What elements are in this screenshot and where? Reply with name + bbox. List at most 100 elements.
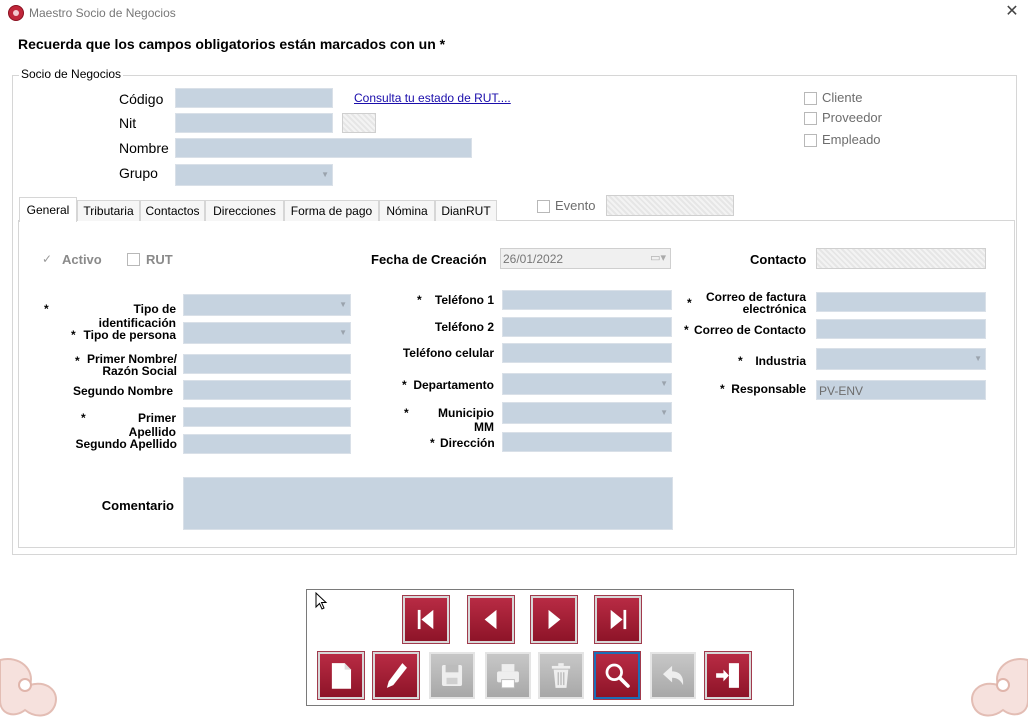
comentario-textarea[interactable] [183, 477, 673, 530]
undo-arrow-icon [662, 665, 684, 686]
chevron-down-icon: ▼ [660, 408, 668, 417]
required-mark: * [404, 406, 409, 420]
print-button[interactable] [485, 652, 531, 699]
codigo-label: Código [119, 91, 164, 107]
edit-button[interactable] [372, 651, 420, 700]
correo-contacto-input[interactable] [816, 319, 986, 339]
mouse-cursor-icon [315, 592, 328, 610]
required-mark: * [71, 328, 76, 342]
primer-apellido-input[interactable] [183, 407, 351, 427]
previous-record-button[interactable] [467, 595, 515, 644]
responsable-value: PV-ENV [819, 384, 864, 398]
segundo-apellido-label: Segundo Apellido [75, 437, 177, 451]
evento-field [606, 195, 734, 216]
tab-nomina[interactable]: Nómina [379, 200, 435, 221]
tipo-persona-select[interactable]: ▼ [183, 322, 351, 344]
direccion-input[interactable] [502, 432, 672, 452]
primer-nombre-label-line2: Razón Social [102, 364, 177, 378]
window-title: Maestro Socio de Negocios [29, 6, 176, 20]
chevron-down-icon: ▼ [321, 170, 329, 179]
tipo-identificacion-select[interactable]: ▼ [183, 294, 351, 316]
grupo-select[interactable]: ▼ [175, 164, 333, 186]
new-button[interactable] [317, 651, 365, 700]
primer-nombre-input[interactable] [183, 354, 351, 374]
socio-group-title: Socio de Negocios [19, 67, 124, 81]
search-magnifier-icon [605, 663, 630, 688]
departamento-label: Departamento [413, 378, 494, 392]
nombre-label: Nombre [119, 140, 169, 156]
tab-dianrut[interactable]: DianRUT [435, 200, 497, 221]
direccion-label: Dirección [440, 436, 495, 450]
tab-general[interactable]: General [19, 197, 77, 222]
close-icon[interactable]: ✕ [1002, 2, 1022, 22]
cliente-checkbox[interactable] [804, 92, 817, 105]
undo-button[interactable] [650, 652, 696, 699]
next-record-button[interactable] [530, 595, 578, 644]
rut-checkbox[interactable] [127, 253, 140, 266]
nombre-input[interactable] [175, 138, 472, 158]
departamento-select[interactable]: ▼ [502, 373, 672, 395]
correo-factura-input[interactable] [816, 292, 986, 312]
telefono-celular-label: Teléfono celular [402, 346, 494, 360]
municipio-select[interactable]: ▼ [502, 402, 672, 424]
tab-direcciones[interactable]: Direcciones [205, 200, 284, 221]
contacto-label: Contacto [750, 252, 807, 267]
decorative-flower-right-icon [971, 658, 1028, 717]
tab-tributaria[interactable]: Tributaria [77, 200, 140, 221]
evento-label: Evento [555, 198, 596, 213]
edit-pencil-icon [386, 663, 407, 688]
required-mark: * [75, 354, 80, 368]
required-mark: * [44, 302, 49, 316]
chevron-down-icon: ▼ [660, 379, 668, 388]
calendar-icon[interactable]: ▭▾ [650, 251, 666, 264]
rut-label: RUT [146, 252, 173, 267]
telefono2-input[interactable] [502, 317, 672, 337]
municipio-label: Municipio MM [438, 406, 494, 434]
rut-status-link[interactable]: Consulta tu estado de RUT.... [354, 91, 511, 105]
required-mark: * [738, 354, 743, 368]
responsable-input[interactable]: PV-ENV [816, 380, 986, 400]
required-mark: * [687, 296, 692, 310]
contacto-field[interactable] [816, 248, 986, 269]
fecha-creacion-value: 26/01/2022 [503, 252, 564, 266]
delete-trash-icon [551, 663, 571, 688]
proveedor-checkbox[interactable] [804, 112, 817, 125]
empleado-checkbox[interactable] [804, 134, 817, 147]
required-mark: * [720, 382, 725, 396]
search-button[interactable] [593, 651, 641, 700]
industria-select[interactable]: ▼ [816, 348, 986, 370]
evento-checkbox[interactable] [537, 200, 550, 213]
chevron-down-icon: ▼ [974, 354, 982, 363]
first-record-button[interactable] [402, 595, 450, 644]
tab-contactos[interactable]: Contactos [140, 200, 205, 221]
delete-button[interactable] [538, 652, 584, 699]
nit-input[interactable] [175, 113, 333, 133]
segundo-apellido-input[interactable] [183, 434, 351, 454]
exit-button[interactable] [704, 651, 752, 700]
telefono1-input[interactable] [502, 290, 672, 310]
last-record-button[interactable] [594, 595, 642, 644]
tab-forma-de-pago[interactable]: Forma de pago [284, 200, 379, 221]
exit-door-icon [716, 663, 739, 688]
correo-contacto-label: Correo de Contacto [694, 323, 807, 337]
proveedor-label: Proveedor [822, 110, 882, 125]
codigo-input[interactable] [175, 88, 333, 108]
primer-nombre-label: Primer Nombre/ Razón Social [84, 353, 177, 377]
segundo-nombre-input[interactable] [183, 380, 351, 400]
correo-factura-label: Correo de factura electrónica [697, 291, 806, 315]
fecha-creacion-field[interactable]: 26/01/2022 ▭▾ [500, 248, 671, 269]
tipo-persona-label: Tipo de persona [83, 328, 176, 342]
correo-factura-label-line2: electrónica [742, 302, 806, 316]
required-mark: * [430, 436, 435, 450]
industria-label: Industria [755, 354, 806, 368]
decorative-flower-left-icon [0, 658, 57, 717]
cliente-label: Cliente [822, 90, 863, 105]
first-record-icon [417, 609, 434, 630]
required-mark: * [81, 411, 86, 425]
required-fields-notice: Recuerda que los campos obligatorios est… [18, 36, 446, 52]
grupo-label: Grupo [119, 165, 158, 181]
activo-label: Activo [62, 252, 102, 267]
next-record-icon [548, 609, 561, 630]
telefono-celular-input[interactable] [502, 343, 672, 363]
save-button[interactable] [429, 652, 475, 699]
